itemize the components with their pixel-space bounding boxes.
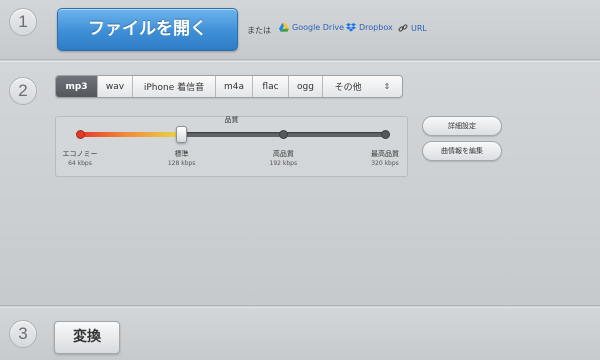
- format-selector: mp3 wav iPhone 着信音 m4a flac ogg その他 ⇕: [55, 75, 403, 98]
- quality-label-high: 高品質: [272, 150, 294, 158]
- dropbox-icon: [346, 23, 356, 32]
- step-number-1: 1: [9, 8, 37, 36]
- step-convert-section: 3 変換: [0, 307, 600, 360]
- google-drive-label: Google Drive: [292, 23, 345, 32]
- convert-button[interactable]: 変換: [54, 321, 120, 354]
- step-open-section: 1 ファイルを開く または Google Drive Dropbox URL: [0, 0, 600, 60]
- or-label: または: [247, 26, 271, 35]
- quality-rate-high: 192 kbps: [269, 160, 298, 167]
- dropbox-link[interactable]: Dropbox: [346, 23, 393, 32]
- format-mp3-label: mp3: [65, 81, 88, 92]
- quality-rate-highest: 320 kbps: [371, 160, 399, 167]
- format-other-label: その他: [334, 83, 362, 93]
- format-wav-label: wav: [105, 81, 125, 92]
- url-label: URL: [411, 23, 427, 33]
- format-ogg[interactable]: ogg: [289, 76, 323, 97]
- format-other-dropdown[interactable]: その他 ⇕: [323, 76, 402, 97]
- quality-slider-track[interactable]: [75, 126, 390, 143]
- google-drive-link[interactable]: Google Drive: [279, 23, 344, 32]
- dropbox-label: Dropbox: [359, 23, 393, 32]
- edit-track-info-button[interactable]: 曲情報を編集: [422, 141, 502, 161]
- format-flac[interactable]: flac: [253, 76, 289, 97]
- format-flac-label: flac: [262, 81, 279, 92]
- quality-title: 品質: [224, 116, 239, 124]
- format-m4a[interactable]: m4a: [216, 76, 253, 97]
- chevron-updown-icon: ⇕: [383, 82, 391, 91]
- step-number-3: 3: [9, 320, 37, 348]
- quality-stop-high[interactable]: [278, 130, 288, 139]
- format-m4a-label: m4a: [223, 81, 244, 92]
- quality-label-economy: エコノミー: [62, 150, 98, 158]
- url-link[interactable]: URL: [398, 23, 427, 33]
- open-file-button[interactable]: ファイルを開く: [57, 8, 238, 51]
- format-ogg-label: ogg: [297, 81, 314, 92]
- quality-label-standard: 標準: [174, 150, 189, 158]
- format-iphone-ringtone[interactable]: iPhone 着信音: [133, 76, 216, 97]
- format-mp3[interactable]: mp3: [56, 76, 98, 97]
- quality-rate-economy: 64 kbps: [68, 160, 92, 167]
- quality-slider-panel: 品質 エコノミー 64 kbps 標準 128 kbps 高品質 192 kbp…: [55, 116, 408, 177]
- step-format-section: 2 mp3 wav iPhone 着信音 m4a flac ogg その他 ⇕ …: [0, 61, 600, 306]
- quality-rate-standard: 128 kbps: [167, 160, 196, 167]
- format-wav[interactable]: wav: [98, 76, 133, 97]
- quality-stop-highest[interactable]: [380, 130, 390, 139]
- step-number-2: 2: [9, 77, 37, 105]
- quality-slider-thumb[interactable]: [176, 126, 188, 143]
- google-drive-icon: [279, 23, 289, 32]
- quality-slider-fill: [80, 132, 182, 137]
- advanced-settings-button[interactable]: 詳細設定: [422, 116, 502, 136]
- format-iphone-ringtone-label: iPhone 着信音: [143, 83, 205, 93]
- link-icon: [398, 24, 408, 32]
- quality-stop-economy[interactable]: [75, 130, 85, 139]
- quality-label-highest: 最高品質: [371, 150, 399, 158]
